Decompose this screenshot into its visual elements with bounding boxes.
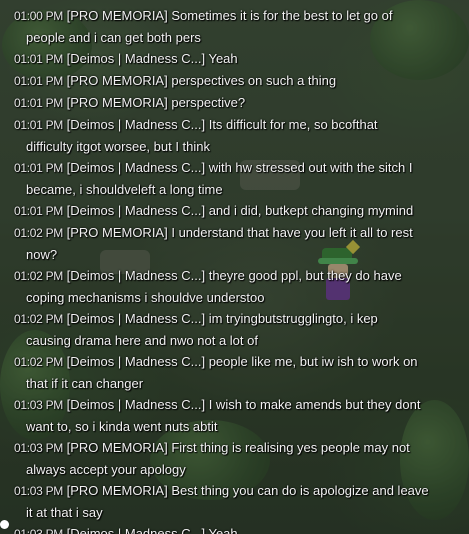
chat-message: 01:02 PM [PRO MEMORIA] I understand that… <box>14 222 454 265</box>
message-text-continued: people and i can get both pers <box>26 30 201 45</box>
chat-message: 01:03 PM [Deimos | Madness C...] Yeah <box>14 523 454 534</box>
chat-message: 01:02 PM [Deimos | Madness C...] theyre … <box>14 265 454 308</box>
message-timestamp: 01:01 PM <box>14 118 63 132</box>
message-timestamp: 01:02 PM <box>14 269 63 283</box>
chat-message: 01:00 PM [PRO MEMORIA] Sometimes it is f… <box>14 5 454 48</box>
message-text-continued: difficulty itgot worsee, but I think <box>26 139 211 154</box>
message-text: Yeah <box>208 51 238 66</box>
chat-message: 01:01 PM [Deimos | Madness C...] Its dif… <box>14 114 454 157</box>
message-text-continued: became, i shouldveleft a long time <box>26 182 223 197</box>
message-text: Best thing you can do is apologize and l… <box>171 483 429 498</box>
chat-message: 01:01 PM [Deimos | Madness C...] Yeah <box>14 48 454 70</box>
message-timestamp: 01:01 PM <box>14 96 63 110</box>
message-sender[interactable]: [PRO MEMORIA] <box>67 440 168 455</box>
chat-message: 01:02 PM [Deimos | Madness C...] im tryi… <box>14 308 454 351</box>
message-sender[interactable]: [Deimos | Madness C...] <box>67 526 205 534</box>
chat-log[interactable]: 01:00 PM [PRO MEMORIA] Sometimes it is f… <box>14 5 454 534</box>
chat-message: 01:03 PM [PRO MEMORIA] First thing is re… <box>14 437 454 480</box>
message-text: with hw stressed out with the sitch I <box>208 160 413 175</box>
message-timestamp: 01:03 PM <box>14 527 63 534</box>
message-text: perspectives on such a thing <box>171 73 337 88</box>
message-text-continued: want to, so i kinda went nuts abtit <box>26 419 218 434</box>
message-timestamp: 01:03 PM <box>14 441 63 455</box>
message-sender[interactable]: [Deimos | Madness C...] <box>67 160 205 175</box>
message-sender[interactable]: [PRO MEMORIA] <box>67 73 168 88</box>
message-text: Sometimes it is for the best to let go o… <box>171 8 393 23</box>
message-text: Its difficult for me, so bcofthat <box>208 117 378 132</box>
message-sender[interactable]: [Deimos | Madness C...] <box>67 117 205 132</box>
message-text: people like me, but iw ish to work on <box>208 354 418 369</box>
message-sender[interactable]: [Deimos | Madness C...] <box>67 51 205 66</box>
message-text: I wish to make amends but they dont <box>208 397 421 412</box>
message-text: First thing is realising yes people may … <box>171 440 410 455</box>
message-sender[interactable]: [PRO MEMORIA] <box>67 225 168 240</box>
message-sender[interactable]: [Deimos | Madness C...] <box>67 311 205 326</box>
message-sender[interactable]: [Deimos | Madness C...] <box>67 354 205 369</box>
message-sender[interactable]: [Deimos | Madness C...] <box>67 203 205 218</box>
message-sender[interactable]: [Deimos | Madness C...] <box>67 268 205 283</box>
message-timestamp: 01:03 PM <box>14 398 63 412</box>
message-text-continued: now? <box>26 247 58 262</box>
message-text-continued: causing drama here and nwo not a lot of <box>26 333 258 348</box>
chat-message: 01:01 PM [PRO MEMORIA] perspectives on s… <box>14 70 454 92</box>
message-timestamp: 01:02 PM <box>14 312 63 326</box>
message-text-continued: that if it can changer <box>26 376 144 391</box>
message-text-continued: coping mechanisms i shouldve understoo <box>26 290 265 305</box>
message-text: perspective? <box>171 95 246 110</box>
chat-message: 01:01 PM [Deimos | Madness C...] with hw… <box>14 157 454 200</box>
message-text-continued: always accept your apology <box>26 462 186 477</box>
message-timestamp: 01:01 PM <box>14 74 63 88</box>
circle-dot-icon[interactable] <box>0 520 9 529</box>
message-timestamp: 01:02 PM <box>14 226 63 240</box>
message-sender[interactable]: [PRO MEMORIA] <box>67 8 168 23</box>
chat-message: 01:01 PM [Deimos | Madness C...] and i d… <box>14 200 454 222</box>
message-timestamp: 01:01 PM <box>14 52 63 66</box>
chat-message: 01:01 PM [PRO MEMORIA] perspective? <box>14 92 454 114</box>
message-text: Yeah <box>208 526 238 534</box>
message-text: I understand that have you left it all t… <box>171 225 413 240</box>
message-timestamp: 01:02 PM <box>14 355 63 369</box>
message-text: im tryingbutstrugglingto, i kep <box>208 311 378 326</box>
message-text: theyre good ppl, but they do have <box>208 268 402 283</box>
message-sender[interactable]: [Deimos | Madness C...] <box>67 397 205 412</box>
message-timestamp: 01:01 PM <box>14 204 63 218</box>
chat-message: 01:03 PM [PRO MEMORIA] Best thing you ca… <box>14 480 454 523</box>
message-sender[interactable]: [PRO MEMORIA] <box>67 483 168 498</box>
message-text: and i did, butkept changing mymind <box>208 203 414 218</box>
message-text-continued: it at that i say <box>26 505 103 520</box>
message-timestamp: 01:01 PM <box>14 161 63 175</box>
chat-message: 01:02 PM [Deimos | Madness C...] people … <box>14 351 454 394</box>
message-sender[interactable]: [PRO MEMORIA] <box>67 95 168 110</box>
message-timestamp: 01:00 PM <box>14 9 63 23</box>
chat-message: 01:03 PM [Deimos | Madness C...] I wish … <box>14 394 454 437</box>
message-timestamp: 01:03 PM <box>14 484 63 498</box>
